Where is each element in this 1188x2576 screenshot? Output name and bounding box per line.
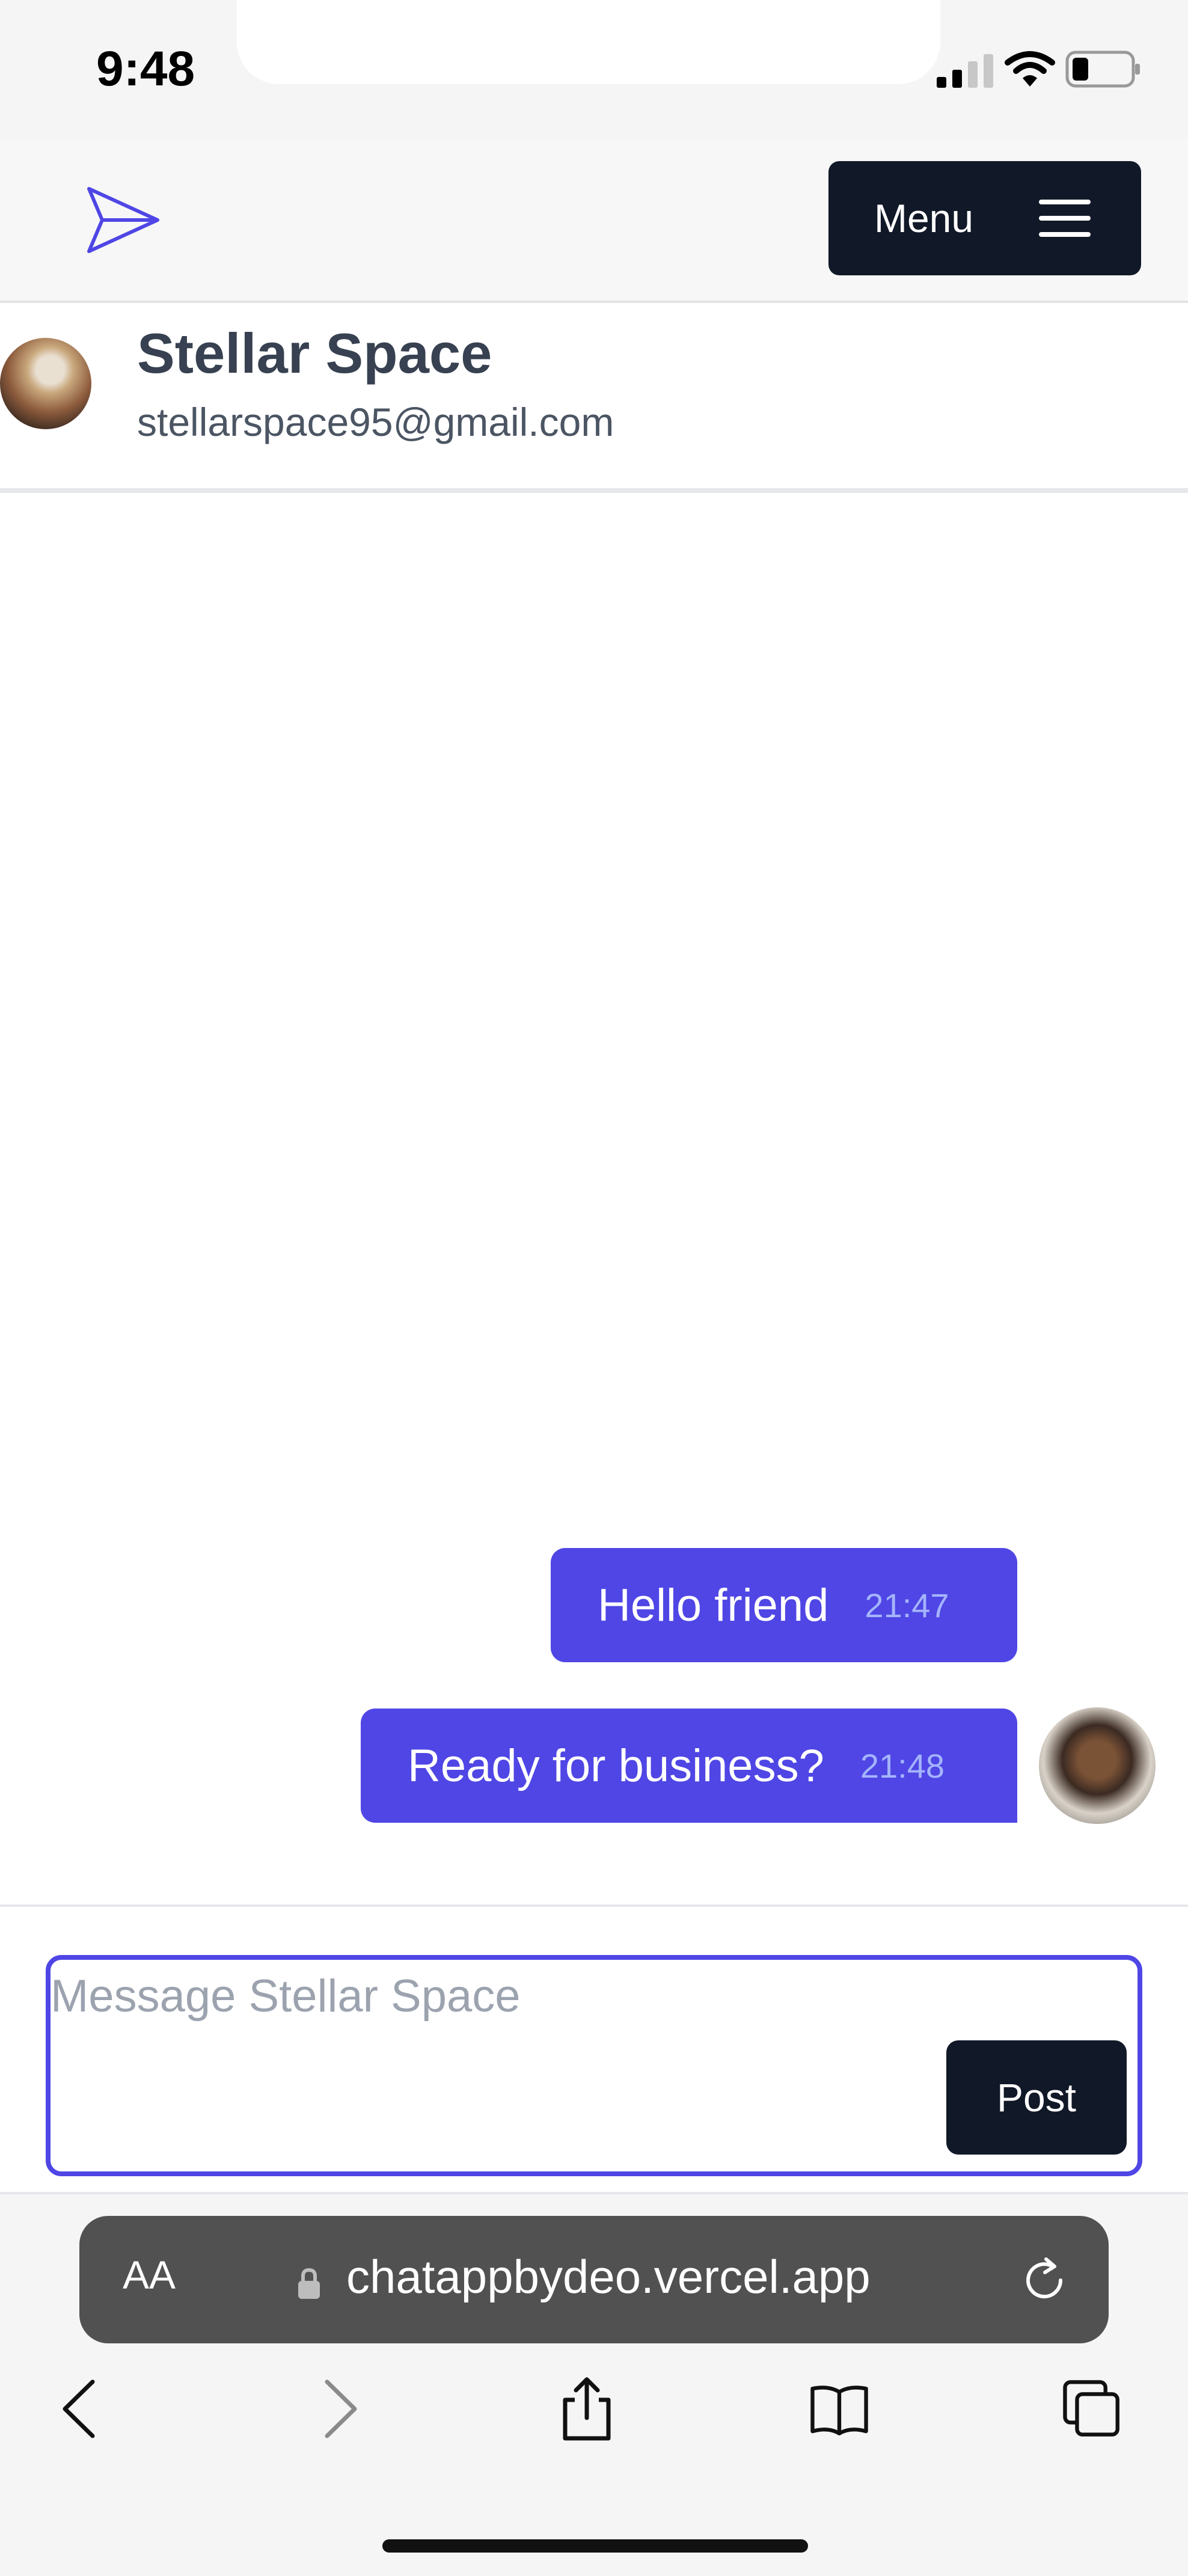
contact-email: stellarspace95@gmail.com (137, 400, 614, 444)
contact-name: Stellar Space (137, 322, 492, 385)
address-bar[interactable]: AA chatappbydeo.vercel.app (79, 2216, 1109, 2343)
message-composer: Post (46, 1955, 1142, 2176)
text-size-button[interactable]: AA (123, 2252, 176, 2298)
lock-icon (298, 2268, 320, 2299)
message-input[interactable] (51, 1960, 916, 2032)
divider (0, 1904, 1188, 1907)
post-button[interactable]: Post (946, 2040, 1127, 2155)
home-indicator (382, 2539, 808, 2553)
battery-icon (1065, 50, 1140, 88)
menu-label: Menu (874, 196, 974, 240)
hamburger-icon (1039, 200, 1091, 237)
wifi-icon (1005, 51, 1055, 87)
url-text: chatappbydeo.vercel.app (346, 2250, 871, 2303)
message-bubble: Ready for business? 21:48 (361, 1709, 1017, 1823)
bookmarks-icon[interactable] (809, 2376, 869, 2442)
device-notch (237, 0, 940, 84)
status-time: 9:48 (96, 41, 195, 96)
sender-avatar (1039, 1707, 1156, 1824)
message-timestamp: 21:47 (865, 1586, 949, 1624)
forward-icon[interactable] (309, 2376, 369, 2442)
message-timestamp: 21:48 (860, 1746, 945, 1785)
contact-avatar[interactable] (0, 338, 91, 429)
status-bar: 9:48 (0, 0, 1188, 138)
browser-toolbar: AA chatappbydeo.vercel.app (0, 2194, 1188, 2576)
share-icon[interactable] (557, 2376, 617, 2442)
message-text: Hello friend (598, 1579, 829, 1631)
back-icon[interactable] (51, 2376, 111, 2442)
message-text: Ready for business? (408, 1740, 824, 1791)
paper-plane-icon[interactable] (84, 184, 162, 256)
tabs-icon[interactable] (1062, 2376, 1122, 2442)
reload-icon[interactable] (1018, 2254, 1070, 2306)
menu-button[interactable]: Menu (828, 161, 1141, 275)
message-bubble: Hello friend 21:47 (551, 1548, 1017, 1662)
chat-contact-header: Stellar Space stellarspace95@gmail.com (0, 303, 1188, 493)
cellular-signal-icon (937, 54, 993, 88)
app-header: Menu (0, 138, 1188, 303)
